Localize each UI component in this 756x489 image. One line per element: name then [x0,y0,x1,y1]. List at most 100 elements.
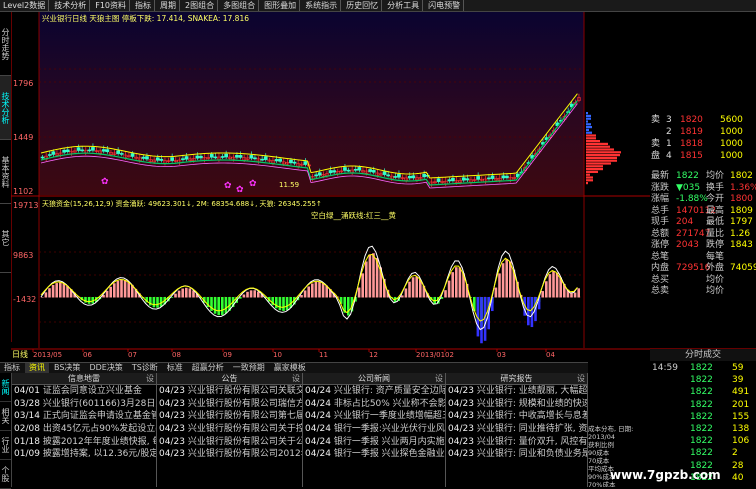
ob-level: 2 [666,127,672,137]
news-item[interactable]: 04/23 兴业银行: 同业和负债业务是 [446,448,587,461]
stat-value: ▼035 [676,182,701,193]
candle-body [465,178,470,181]
menu-item-4[interactable]: 周期 [157,0,180,11]
menu-item-2[interactable]: F10资料 [92,0,130,11]
profile-bar [586,151,621,154]
ind-bar [361,273,364,298]
news-item[interactable]: 01/09 披露增持案, 以12.36元/股定 [12,448,156,461]
ind-bar [498,273,501,298]
menu-item-10[interactable]: 分析工具 [384,0,424,11]
watermark: www.7gpzb.com [610,468,721,482]
y-tick-price-2: 1102 [13,187,33,196]
time-tick-4: 09 [223,351,232,359]
news-settings-button[interactable]: 设 [146,373,154,384]
news-item[interactable]: 04/23 兴业银行股份有限公司第七届董 [157,410,302,423]
news-side-tab-0[interactable]: 新闻 [0,373,11,402]
news-item[interactable]: 04/23 兴业银行: 业绩靓丽, 大幅超 [446,385,587,398]
left-tab-0[interactable]: 分时走势 [0,12,11,76]
menu-item-5[interactable]: 2图组合 [182,0,219,11]
menu-item-1[interactable]: 技术分析 [51,0,91,11]
time-tick-5: 10 [273,351,282,359]
news-side-tab-2[interactable]: 行业 [0,431,11,460]
news-item[interactable]: 04/24 银行一季报 兴业两月内实施分 [303,436,445,449]
ind-bar [59,282,62,298]
news-item[interactable]: 04/23 兴业银行: 量价双升, 风控有 [446,436,587,449]
news-item[interactable]: 04/23 兴业银行: 规模和业绩的快速增 [446,398,587,411]
profile-bar [586,117,591,120]
news-item[interactable]: 02/08 出资45亿元占90%发起设立基 [12,423,156,436]
left-tab-1[interactable]: 技术分析 [0,76,11,140]
news-item[interactable]: 04/24 兴业银行一季度业绩增幅超三成 [303,410,445,423]
news-text: 兴业银行股份有限公司2012年年 [187,449,302,460]
tape-title: 分时成交 [650,349,756,361]
bottom-tab-5[interactable]: 标准 [163,363,187,373]
bottom-tab-8[interactable]: 赢家模板 [270,363,310,373]
profile-bar [586,168,603,171]
news-item[interactable]: 04/23 兴业银行股份有限公司关于控股 [157,423,302,436]
news-text: 兴业银行: 同业推待扩张, 资 [476,424,587,435]
ind-bar [224,297,228,314]
profile-bar [586,154,620,157]
ind-bar [249,290,253,298]
tape-price: 1822 [690,436,713,447]
news-item[interactable]: 04/24 银行一季报:兴业光伏行业风险 [303,423,445,436]
news-item[interactable]: 04/24 非标占比50% 兴业称不会影响 [303,398,445,411]
news-item[interactable]: 01/18 披露2012年年度业绩快报, 每股 [12,436,156,449]
buy-star-1: ✿ [224,181,232,191]
menu-item-11[interactable]: 闪电预警 [425,0,465,11]
news-item[interactable]: 04/23 兴业银行股份有限公司关于公司 [157,436,302,449]
menu-bar: Level2数据 技术分析 F10资料 指标 周期 2图组合 多图组合 图形叠加 系统指示 历史回… [0,0,756,12]
ind-bar [401,295,404,298]
stat-label: 总卖 [651,286,670,296]
left-tab-3[interactable]: 其它 [0,204,11,273]
ob-level: 1 [666,139,672,149]
stat-value-2: 740596 [730,263,756,273]
news-side-tab-3[interactable]: 个股 [0,460,11,489]
news-date: 04/23 [159,424,185,435]
news-item[interactable]: 03/14 正式向证监会申请设立基金管 [12,410,156,423]
bottom-tab-4[interactable]: TS诊断 [128,363,162,373]
period-label[interactable]: 日线 [12,349,28,359]
menu-item-6[interactable]: 多图组合 [220,0,260,11]
bottom-tab-0[interactable]: 指标 [0,363,24,373]
news-item[interactable]: 03/28 兴业银行(601166)3月28日交易 [12,398,156,411]
menu-item-3[interactable]: 指标 [132,0,155,11]
kline-chart[interactable]: 兴业银行日线 天狼主图 停板下跌: 17.414, SNAKEA: 17.816… [11,12,650,362]
news-settings-button[interactable]: 设 [577,373,585,384]
menu-item-7[interactable]: 图形叠加 [261,0,301,11]
bottom-tab-2[interactable]: BS决策 [50,363,84,373]
price-panel[interactable] [39,12,584,195]
left-tab-2[interactable]: 基本资料 [0,140,11,204]
menu-item-9[interactable]: 历史回忆 [343,0,383,11]
stat-row: 总手 1470112 最高 1809 [650,205,756,217]
ind-bar [318,281,321,298]
time-tick-3: 08 [172,351,181,359]
tick-tape[interactable]: 分时成交 14:59 1822 59 1822 39 1822 491 1822 201 1822… [650,348,756,488]
bottom-tab-7[interactable]: 一致预期 [229,363,269,373]
news-item[interactable]: 04/23 兴业银行: 同业推待扩张, 资 [446,423,587,436]
news-item[interactable]: 04/24 银行一季报 兴业探色金融业务 [303,448,445,461]
candle-body [116,150,120,154]
candle-body [346,169,351,172]
bottom-tab-1[interactable]: 资讯 [25,363,49,373]
bottom-tab-6[interactable]: 超赢分析 [188,363,228,373]
news-item[interactable]: 04/23 兴业银行: 中收高增长与息差 [446,410,587,423]
tape-vol: 106 [732,436,750,447]
news-item[interactable]: 04/24 兴业银行: 资产质量安全边际 [303,385,445,398]
news-settings-button[interactable]: 设 [292,373,300,384]
news-item[interactable]: 04/01 证监会同意设立兴业基金 [12,385,156,398]
menu-item-8[interactable]: 系统指示 [302,0,342,11]
news-item[interactable]: 04/23 兴业银行股份有限公司瑞信方正 [157,398,302,411]
ob-side: 卖 [651,139,661,149]
menu-item-0[interactable]: Level2数据 [0,0,50,11]
stat-label-2: 外盘 [706,263,725,273]
news-item[interactable]: 04/23 兴业银行股份有限公司关联交易 [157,385,302,398]
bottom-tab-3[interactable]: DDE决策 [85,363,126,373]
news-side-tab-1[interactable]: 相关 [0,402,11,431]
news-item[interactable]: 04/23 兴业银行股份有限公司2012年年 [157,448,302,461]
candle-body [249,155,254,159]
candle-body [181,158,185,160]
news-text: 兴业银行: 规模和业绩的快速增 [476,398,587,409]
news-settings-button[interactable]: 设 [435,373,443,384]
stat-row: 内盘729516外盘740596 [650,262,756,274]
